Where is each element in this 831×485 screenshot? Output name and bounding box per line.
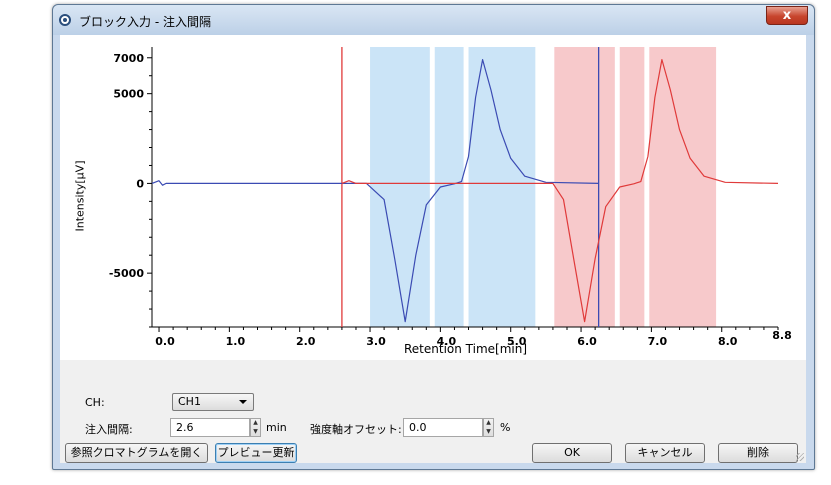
interval-label: 注入間隔: xyxy=(85,423,133,436)
x-tick-label: 6.0 xyxy=(577,335,597,348)
x-tick-label: 7.0 xyxy=(648,335,668,348)
cancel-button[interactable]: キャンセル xyxy=(625,443,705,463)
title-bar[interactable]: ブロック入力 - 注入間隔 x xyxy=(53,5,814,35)
interval-spinner[interactable]: ▲ ▼ xyxy=(250,418,261,437)
highlight-band xyxy=(434,47,464,327)
app-icon xyxy=(59,14,71,26)
chromatogram-chart: 7000 5000 0 -5000 0.0 1.0 2.0 3.0 4.0 5.0 6.0 7.0 8.… xyxy=(60,35,806,360)
y-axis-label: Intensity[μV] xyxy=(73,160,87,232)
ch-label: CH: xyxy=(85,396,105,409)
y-tick-label: -5000 xyxy=(109,267,145,280)
highlight-band xyxy=(649,47,717,327)
y-tick-label: 0 xyxy=(136,177,144,190)
y-tick-label: 7000 xyxy=(113,52,144,65)
close-button[interactable]: x xyxy=(766,6,808,25)
ok-button[interactable]: OK xyxy=(532,443,612,463)
x-tick-label: 2.0 xyxy=(296,335,316,348)
ch-dropdown[interactable]: CH1 xyxy=(172,393,254,411)
x-tick-label: 3.0 xyxy=(366,335,386,348)
x-tick-label: 8.0 xyxy=(718,335,738,348)
offset-unit: % xyxy=(500,421,511,434)
highlight-band xyxy=(468,47,536,327)
highlight-band xyxy=(370,47,430,327)
offset-label: 強度軸オフセット: xyxy=(310,423,402,436)
dialog-window: ブロック入力 - 注入間隔 x 7000 5000 0 -5000 0.0 1.0 2.0 3… xyxy=(52,4,815,470)
y-tick-label: 5000 xyxy=(113,88,144,101)
highlight-band xyxy=(554,47,615,327)
delete-button[interactable]: 削除 xyxy=(718,443,798,463)
spin-down-icon[interactable]: ▼ xyxy=(484,428,493,436)
x-tick-label: 0.0 xyxy=(155,335,175,348)
spin-up-icon[interactable]: ▲ xyxy=(484,419,493,427)
x-tick-label: 8.8 xyxy=(772,329,792,342)
offset-input[interactable]: 0.0 xyxy=(403,418,483,437)
resize-grip[interactable] xyxy=(796,453,804,461)
interval-unit: min xyxy=(266,421,287,434)
spin-down-icon[interactable]: ▼ xyxy=(251,428,260,436)
offset-spinner[interactable]: ▲ ▼ xyxy=(483,418,494,437)
preview-update-button[interactable]: プレビュー更新 xyxy=(215,443,297,463)
window-title: ブロック入力 - 注入間隔 xyxy=(79,15,211,29)
chart-svg: 700050000-50000.0 1.0 2.0 3.0 4.0 5.0 6.0 7.0 8.… xyxy=(109,47,792,348)
open-reference-button[interactable]: 参照クロマトグラムを開く xyxy=(65,443,208,463)
spin-up-icon[interactable]: ▲ xyxy=(251,419,260,427)
ch-dropdown-value: CH1 xyxy=(178,395,201,408)
x-axis-label: Retention Time[min] xyxy=(404,342,528,356)
dialog-client: 7000 5000 0 -5000 0.0 1.0 2.0 3.0 4.0 5.0 6.0 7.0 8.… xyxy=(60,35,806,463)
interval-input[interactable]: 2.6 xyxy=(170,418,250,437)
x-tick-label: 1.0 xyxy=(226,335,246,348)
chevron-down-icon xyxy=(239,400,247,404)
highlight-band xyxy=(619,47,645,327)
